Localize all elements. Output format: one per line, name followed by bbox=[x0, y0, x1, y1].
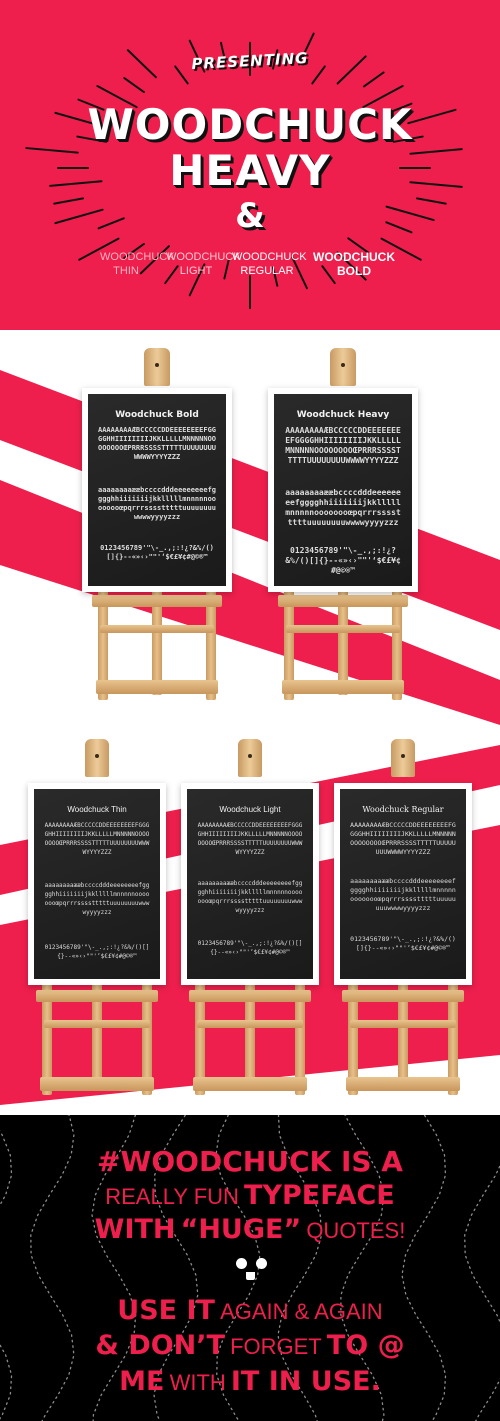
tagline-to-at: TO @ bbox=[326, 1330, 405, 1361]
hero-title-line1: WOODCHUCK bbox=[87, 100, 413, 149]
weight-regular-line2: REGULAR bbox=[240, 265, 294, 277]
glyphs-lower: aaaaaaaaææbccccdddeeeeeeeefgggghhiiiiiii… bbox=[285, 488, 401, 527]
sunburst-ray bbox=[123, 77, 145, 94]
weight-bold-line2: BOLD bbox=[337, 264, 371, 278]
easel-section-2: Woodchuck Thin AAAAAAAAÆBCCCCCDDEEEEEEEE… bbox=[0, 725, 500, 1115]
hero-banner: PRESENTING WOODCHUCK HEAVY & WOODCHUCK T… bbox=[0, 0, 500, 330]
board-title: Woodchuck Regular bbox=[362, 805, 444, 814]
easel-bar bbox=[342, 990, 464, 1002]
glyphs-upper: AAAAAAAAÆBCCCCCDDEEEEEEEEFGGGGHHIIIIIIII… bbox=[197, 822, 303, 856]
specimen-board: Woodchuck Bold AAAAAAAAÆBCCCCCDDEEEEEEEE… bbox=[82, 388, 232, 592]
glyphs-upper: AAAAAAAAÆBCCCCCDDEEEEEEEEFGGGGHHIIIIIIII… bbox=[98, 426, 216, 461]
tagline-with: WITH bbox=[94, 1214, 176, 1245]
hero-ampersand: & bbox=[235, 196, 265, 236]
glyphs-upper: AAAAAAAAÆBCCCCCDDEEEEEEEEFGGGGHHIIIIIIII… bbox=[350, 821, 456, 856]
weight-list: WOODCHUCK THIN WOODCHUCK LIGHT WOODCHUCK… bbox=[0, 250, 500, 290]
tagline-again: AGAIN & AGAIN bbox=[220, 1299, 383, 1324]
tagline-quotes: QUOTES! bbox=[306, 1218, 406, 1243]
tagline-line-4: USE IT AGAIN & AGAIN bbox=[0, 1295, 500, 1326]
tagline-really-fun: REALLY FUN bbox=[105, 1184, 239, 1209]
tagline-typeface: TYPEFACE bbox=[244, 1180, 395, 1211]
easel-light: Woodchuck Light AAAAAAAAÆBCCCCCDDEEEEEEE… bbox=[181, 735, 319, 1105]
easel-heavy: Woodchuck Heavy AAAAAAAAÆBCCCCCDDEEEEEEE… bbox=[268, 340, 418, 715]
sunburst-ray bbox=[311, 65, 326, 85]
board-title: Woodchuck Heavy bbox=[296, 410, 390, 420]
easel-bold: Woodchuck Bold AAAAAAAAÆBCCCCCDDEEEEEEEE… bbox=[82, 340, 232, 715]
easel-clamp bbox=[144, 348, 170, 386]
weight-regular-line1: WOODCHUCK bbox=[232, 251, 307, 263]
tagline-line-1: #WOODCHUCK IS A bbox=[0, 1145, 500, 1178]
specimen-board: Woodchuck Heavy AAAAAAAAÆBCCCCCDDEEEEEEE… bbox=[268, 388, 418, 592]
easel-clamp bbox=[238, 739, 262, 777]
weight-light: WOODCHUCK LIGHT bbox=[166, 250, 241, 278]
easel-bar bbox=[197, 1020, 303, 1028]
board-title: Woodchuck Light bbox=[219, 805, 281, 814]
tagline-line-3: WITH “HUGE” QUOTES! bbox=[0, 1214, 500, 1245]
weight-regular: WOODCHUCK REGULAR bbox=[232, 250, 307, 278]
tagline-use-it: USE IT bbox=[117, 1295, 215, 1326]
glyphs-figures: 0123456789'"\-_.,;:!¿?&%/()[]{}--«»‹›""'… bbox=[350, 935, 456, 952]
easel-bar bbox=[282, 680, 404, 694]
easel-thin: Woodchuck Thin AAAAAAAAÆBCCCCCDDEEEEEEEE… bbox=[28, 735, 166, 1105]
easel-clamp bbox=[85, 739, 109, 777]
easel-bar bbox=[92, 595, 222, 607]
diagonal-stripes bbox=[0, 370, 500, 725]
tagline-forget: FORGET bbox=[230, 1334, 322, 1359]
tagline-line-6: ME WITH IT IN USE. bbox=[0, 1366, 500, 1397]
hero-title-line2: HEAVY bbox=[169, 146, 331, 195]
easel-bar bbox=[44, 1020, 150, 1028]
tagline-in-use: IT IN USE. bbox=[230, 1366, 381, 1397]
easel-bar bbox=[350, 1020, 456, 1028]
glyphs-figures: 0123456789'"\-_.,;:!¿?&%/()[]{}--«»‹›""'… bbox=[100, 544, 214, 561]
tagline-line-2: REALLY FUN TYPEFACE bbox=[0, 1180, 500, 1211]
easel-bar bbox=[193, 1077, 307, 1091]
glyphs-lower: aaaaaaaaææbccccdddeeeeeeeefgggghhiiiiiii… bbox=[44, 882, 150, 916]
glyphs-figures: 0123456789'"\-_.,;:!¿?&%/()[]{}--«»‹›""'… bbox=[197, 940, 303, 956]
weight-bold-line1: WOODCHUCK bbox=[313, 250, 395, 264]
tagline-me: ME bbox=[119, 1366, 165, 1397]
glyphs-figures: 0123456789'"\-_.,;:!¿?&%/()[]{}--«»‹›""'… bbox=[285, 546, 401, 575]
easel-clamp bbox=[330, 348, 356, 386]
easel-bar bbox=[96, 680, 218, 694]
tagline-with-thin: WITH bbox=[169, 1370, 226, 1395]
glyphs-figures: 0123456789'"\-_.,;:!¿?&%/()[]{}--«»‹›""'… bbox=[44, 944, 150, 960]
specimen-board: Woodchuck Regular AAAAAAAAÆBCCCCCDDEEEEE… bbox=[334, 783, 472, 985]
sunburst-ray bbox=[362, 71, 385, 88]
weight-thin: WOODCHUCK THIN bbox=[100, 250, 175, 278]
easel-bar bbox=[36, 990, 158, 1002]
easel-bar bbox=[100, 625, 214, 633]
easel-section-1: Woodchuck Bold AAAAAAAAÆBCCCCCDDEEEEEEEE… bbox=[0, 330, 500, 725]
easel-clamp bbox=[391, 739, 415, 777]
easel-bar bbox=[278, 595, 408, 607]
weight-thin-line2: THIN bbox=[113, 265, 139, 277]
easel-bar bbox=[189, 990, 311, 1002]
tagline-line-5: & DON’T FORGET TO @ bbox=[0, 1330, 500, 1361]
board-title: Woodchuck Bold bbox=[115, 410, 199, 420]
tagline-hashtag: #WOODCHUCK IS A bbox=[97, 1145, 403, 1178]
easel-bar bbox=[346, 1077, 460, 1091]
weight-light-line1: WOODCHUCK bbox=[166, 251, 241, 263]
weight-bold: WOODCHUCK BOLD bbox=[312, 250, 396, 278]
smiley-face-icon bbox=[232, 1258, 272, 1284]
tagline-huge: “HUGE” bbox=[180, 1214, 302, 1245]
specimen-board: Woodchuck Light AAAAAAAAÆBCCCCCDDEEEEEEE… bbox=[181, 783, 319, 985]
easel-bar bbox=[40, 1077, 154, 1091]
glyphs-upper: AAAAAAAAÆBCCCCCDDEEEEEEEEFGGGGHHIIIIIIII… bbox=[44, 822, 150, 856]
tagline-dont: & DON’T bbox=[95, 1330, 225, 1361]
easel-regular: Woodchuck Regular AAAAAAAAÆBCCCCCDDEEEEE… bbox=[334, 735, 472, 1105]
weight-light-line2: LIGHT bbox=[179, 265, 213, 277]
board-title: Woodchuck Thin bbox=[67, 805, 127, 814]
glyphs-lower: aaaaaaaaææbccccdddeeeeeeeefgggghhiiiiiii… bbox=[98, 486, 216, 521]
glyphs-lower: aaaaaaaaææbccccdddeeeeeeeefgggghhiiiiiii… bbox=[350, 877, 456, 912]
glyphs-upper: AAAAAAAAÆBCCCCCDDEEEEEEEEFGGGGHHIIIIIIII… bbox=[285, 426, 401, 465]
weight-thin-line1: WOODCHUCK bbox=[100, 251, 175, 263]
easel-bar bbox=[286, 625, 400, 633]
specimen-board: Woodchuck Thin AAAAAAAAÆBCCCCCDDEEEEEEEE… bbox=[28, 783, 166, 985]
glyphs-lower: aaaaaaaaææbccccdddeeeeeeeefgggghhiiiiiii… bbox=[197, 880, 303, 914]
